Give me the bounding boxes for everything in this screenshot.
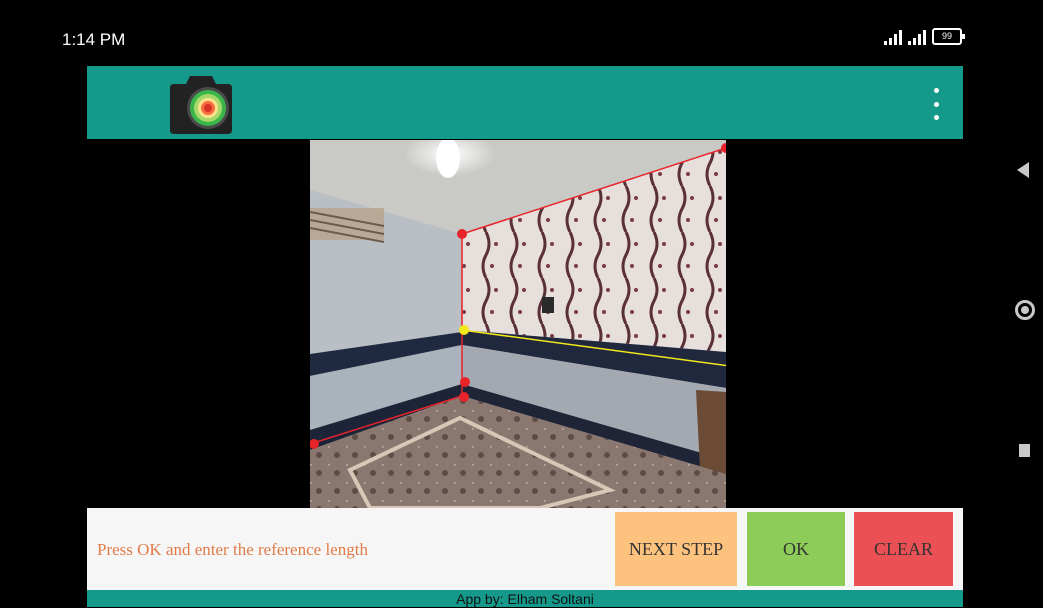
marker-yellow-1[interactable] (459, 325, 469, 335)
recents-icon[interactable] (1019, 444, 1030, 457)
next-step-button[interactable]: NEXT STEP (615, 512, 737, 586)
app-bar (87, 66, 963, 139)
footer-credit-text: App by: Elham Soltani (456, 591, 594, 607)
marker-red-4[interactable] (459, 392, 469, 402)
clear-button[interactable]: CLEAR (854, 512, 953, 586)
status-icons: 99 (884, 28, 965, 45)
system-nav-bar (1005, 140, 1043, 470)
battery-icon: 99 (932, 28, 965, 45)
room-photo[interactable] (310, 140, 726, 508)
ok-button[interactable]: OK (747, 512, 845, 586)
home-icon[interactable] (1015, 300, 1035, 320)
instruction-text: Press OK and enter the reference length (97, 540, 368, 559)
status-bar: 1:14 PM 99 (0, 0, 1043, 66)
status-time: 1:14 PM (62, 30, 126, 49)
camera-heatmap-icon (170, 72, 232, 139)
marker-red-3[interactable] (460, 377, 470, 387)
signal-icon-2 (908, 29, 926, 45)
footer-credit: App by: Elham Soltani (87, 590, 963, 607)
bottom-panel: Press OK and enter the reference length … (87, 508, 963, 590)
marker-red-2[interactable] (457, 229, 467, 239)
overflow-menu-icon[interactable] (923, 88, 949, 120)
room-photo-canvas (310, 140, 726, 508)
battery-level: 99 (941, 31, 952, 41)
signal-icon (884, 29, 902, 45)
back-icon[interactable] (1017, 162, 1029, 178)
